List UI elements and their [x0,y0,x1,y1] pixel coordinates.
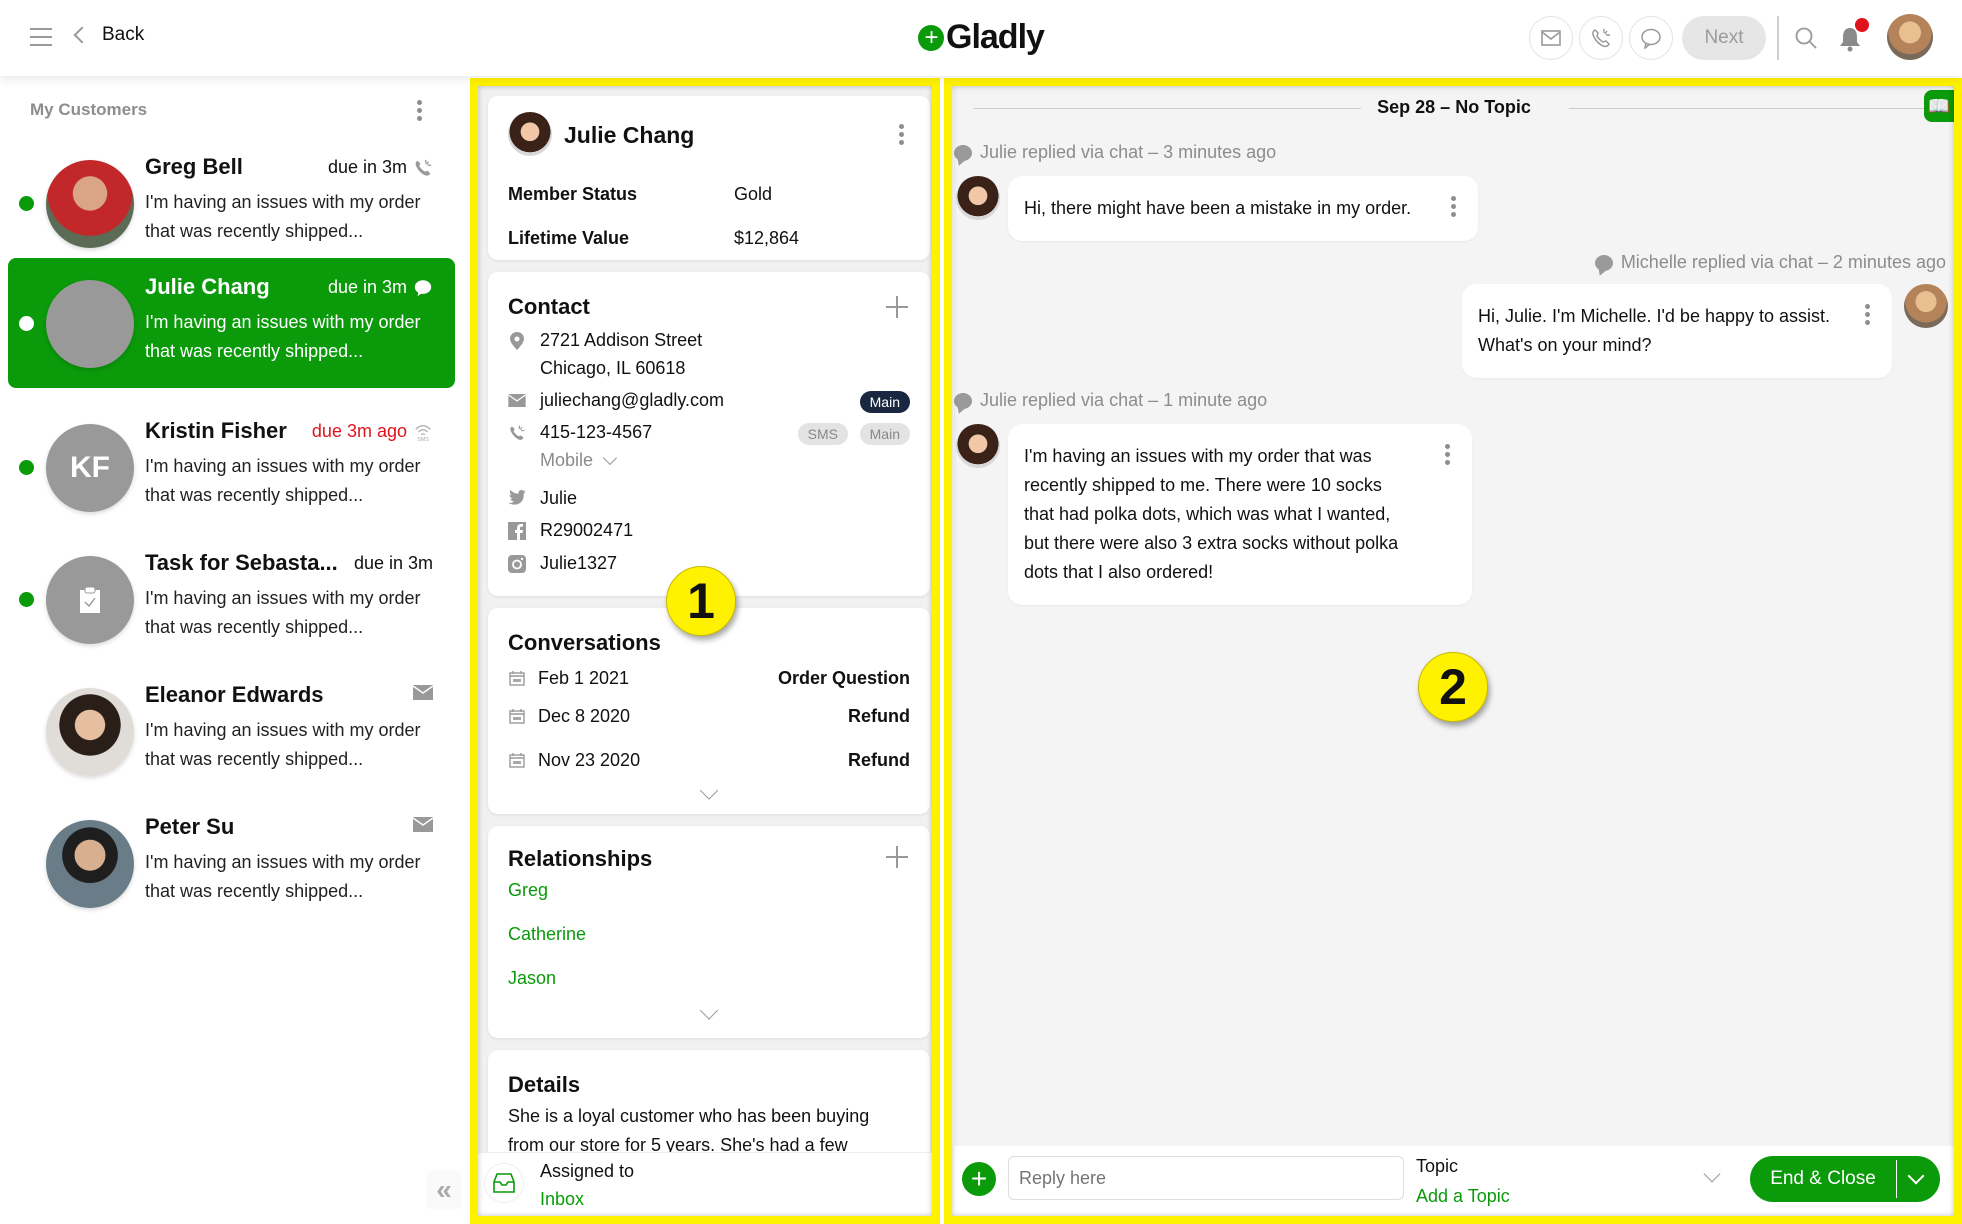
search-icon [1795,27,1817,49]
due-text: due in 3m [327,277,407,297]
message-preview: I'm having an issues with my order that … [145,312,421,361]
due-status [413,685,433,700]
menu-icon[interactable] [30,28,52,46]
avatar-initials: KF [46,424,134,512]
header-divider [1777,16,1779,60]
chat-icon [1641,28,1661,49]
customer-item-peter-su[interactable]: Peter Su I'm having an issues with my or… [8,798,455,928]
customer-item-eleanor-edwards[interactable]: Eleanor Edwards I'm having an issues wit… [8,666,455,796]
due-text: due 3m ago [311,421,407,441]
customer-name: Peter Su [145,814,235,839]
top-bar: Back + Gladly Next [0,0,1962,76]
logo-plus-icon: + [918,24,944,51]
phone-icon [1592,29,1610,48]
due-status [413,817,433,832]
annotation-badge-2: 2 [1418,652,1488,722]
due-status: due in 3m [354,553,433,574]
sms-icon: SMS [415,424,431,442]
customer-name: Julie Chang [145,274,270,299]
avatar [46,280,134,368]
next-button[interactable]: Next [1682,16,1766,60]
due-text: due in 3m [353,553,433,573]
online-indicator [19,316,34,331]
clipboard-check-icon [80,586,100,613]
online-indicator [19,592,34,607]
customer-name: Greg Bell [145,154,243,179]
svg-text:SMS: SMS [417,437,429,442]
highlight-frame-conversation [944,78,1962,1224]
notification-badge [1855,18,1869,32]
customer-list-menu-icon[interactable] [417,100,422,121]
highlight-frame-profile [470,78,940,1224]
phone-icon [415,159,432,176]
due-status: due in 3m [328,277,433,298]
customer-item-kristin-fisher[interactable]: KF Kristin Fisher due 3m ago SMS I'm hav… [8,402,455,532]
customer-list-panel: My Customers Greg Bell due in 3m I'm hav… [0,76,468,1224]
chevron-left-icon [73,26,91,44]
brand-name: Gladly [946,18,1045,56]
customer-name: Kristin Fisher [145,418,287,443]
back-label: Back [102,24,145,45]
due-status: due 3m ago SMS [312,421,433,442]
my-customers-title: My Customers [30,100,148,119]
email-icon [1541,30,1561,46]
avatar [46,556,134,644]
avatar [46,688,134,776]
customer-name: Task for Sebasta... [145,550,338,575]
search-button[interactable] [1794,26,1818,55]
new-chat-button[interactable] [1629,16,1673,60]
new-call-button[interactable] [1579,16,1623,60]
message-preview: I'm having an issues with my order that … [145,852,421,901]
email-icon [413,685,433,700]
customer-item-task-sebastian[interactable]: Task for Sebasta... due in 3m I'm having… [8,534,455,664]
message-preview: I'm having an issues with my order that … [145,588,421,637]
avatar [46,820,134,908]
annotation-badge-1: 1 [666,566,736,636]
customer-item-julie-chang[interactable]: Julie Chang due in 3m I'm having an issu… [8,258,455,388]
back-button[interactable]: Back [73,24,145,46]
chat-icon [414,279,432,296]
avatar [46,160,134,248]
message-preview: I'm having an issues with my order that … [145,192,421,241]
message-preview: I'm having an issues with my order that … [145,456,421,505]
customer-item-greg-bell[interactable]: Greg Bell due in 3m I'm having an issues… [8,138,455,268]
gladly-logo: + Gladly [918,18,1045,57]
due-text: due in 3m [327,157,407,177]
due-status: due in 3m [328,157,433,178]
new-email-button[interactable] [1529,16,1573,60]
customer-name: Eleanor Edwards [145,682,324,707]
collapse-sidebar-button[interactable]: « [426,1170,462,1210]
online-indicator [19,196,34,211]
message-preview: I'm having an issues with my order that … [145,720,421,769]
agent-avatar[interactable] [1887,14,1933,60]
online-indicator [19,460,34,475]
email-icon [413,817,433,832]
